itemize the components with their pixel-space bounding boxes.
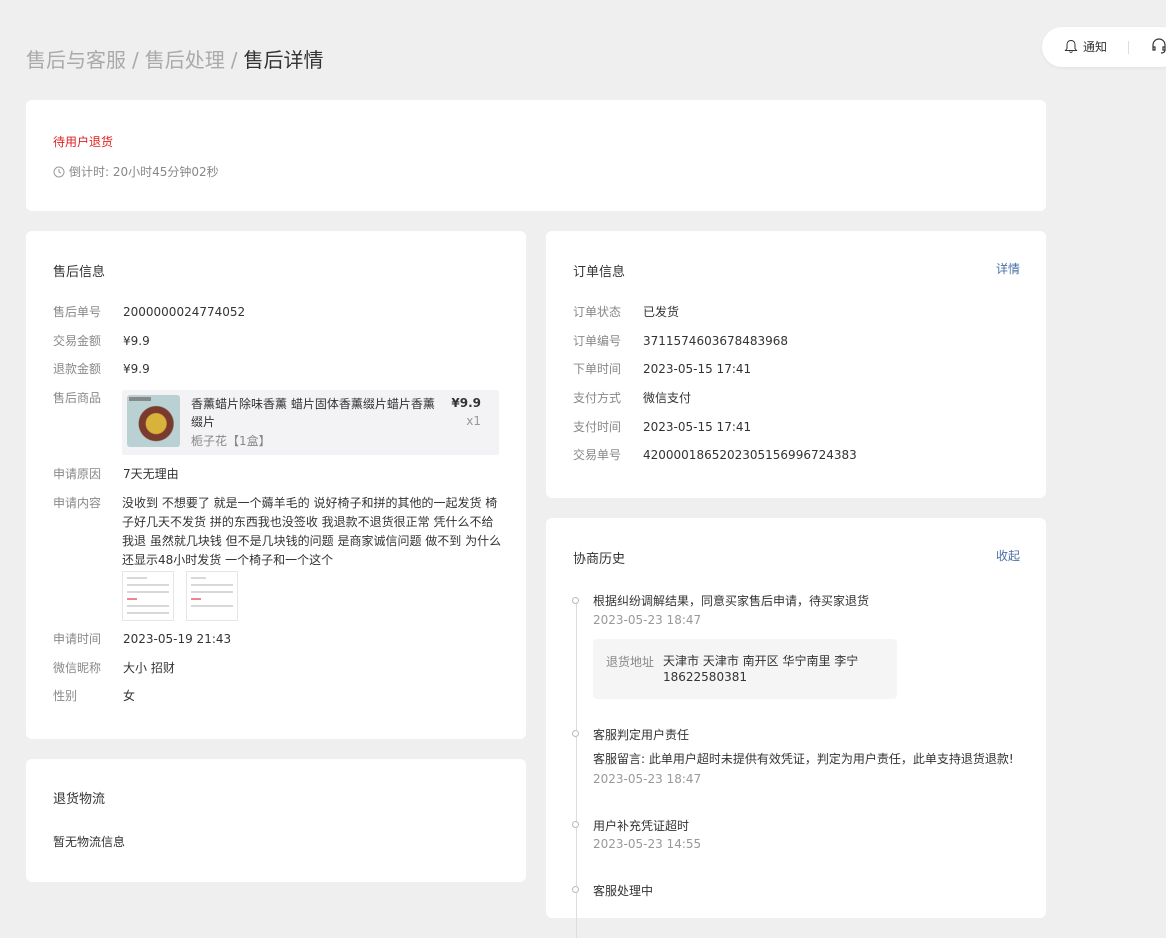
aftersale-id-row: 售后单号 2000000024774052 xyxy=(53,303,245,321)
breadcrumb-separator: / xyxy=(132,48,139,72)
order-row-value: 2023-05-15 17:41 xyxy=(643,362,752,376)
refund-amount-value: ¥9.9 xyxy=(123,362,150,376)
order-row-value: 微信支付 xyxy=(643,391,692,405)
timeline-dot xyxy=(572,597,579,604)
timeline-event-time: 2023-05-23 14:55 xyxy=(593,837,702,851)
timeline-dot xyxy=(572,886,579,893)
product-price: ¥9.9 xyxy=(451,396,481,410)
product-image[interactable] xyxy=(127,395,180,447)
order-row-value: 2023-05-15 17:41 xyxy=(643,420,752,434)
page-title: 售后详情 xyxy=(243,48,324,72)
refund-amount-label: 退款金额 xyxy=(53,362,102,376)
gender-label: 性别 xyxy=(53,689,78,703)
countdown: 倒计时: 20小时45分钟02秒 xyxy=(53,163,219,180)
apply-time-row: 申请时间 2023-05-19 21:43 xyxy=(53,630,231,648)
topbar: 通知 xyxy=(1042,27,1166,67)
gender-row: 性别 女 xyxy=(53,687,135,705)
order-info-card: 订单信息 详情 订单状态 已发货 订单编号 371157460367848396… xyxy=(546,231,1046,498)
timeline-event-title: 客服处理中 xyxy=(593,884,654,898)
clock-icon xyxy=(53,166,65,177)
apply-time-label: 申请时间 xyxy=(53,632,102,646)
breadcrumb-item-process[interactable]: 售后处理 xyxy=(145,48,225,72)
timeline-event-title: 客服判定用户责任 xyxy=(593,728,690,742)
content-row: 申请内容 xyxy=(53,494,123,512)
product-spec: 栀子花【1盒】 xyxy=(191,434,271,448)
order-row-value: 3711574603678483968 xyxy=(643,334,789,348)
timeline-event-title: 根据纠纷调解结果，同意买家售后申请，待买家退货 xyxy=(593,594,870,608)
divider xyxy=(1128,41,1129,54)
aftersale-title: 售后信息 xyxy=(53,265,106,280)
reason-row: 申请原因 7天无理由 xyxy=(53,465,179,483)
order-row: 订单编号 3711574603678483968 xyxy=(573,332,788,350)
order-row: 下单时间 2023-05-15 17:41 xyxy=(573,360,751,378)
nickname-label: 微信昵称 xyxy=(53,661,102,675)
timeline-event-title: 用户补充凭证超时 xyxy=(593,819,690,833)
goods-row: 售后商品 xyxy=(53,389,123,407)
timeline-dot xyxy=(572,821,579,828)
headset-icon xyxy=(1152,38,1166,54)
product-card[interactable]: 香薰蜡片除味香薰 蜡片固体香薰缀片蜡片香薰 缀片 栀子花【1盒】 ¥9.9 x1 xyxy=(122,390,499,455)
nickname-value: 大小 招财 xyxy=(123,661,175,675)
order-row: 支付时间 2023-05-15 17:41 xyxy=(573,418,751,436)
order-row-label: 支付时间 xyxy=(573,420,622,434)
order-row: 支付方式 微信支付 xyxy=(573,389,691,407)
return-address-label: 退货地址 xyxy=(606,655,655,669)
gender-value: 女 xyxy=(123,689,136,703)
trade-amount-row: 交易金额 ¥9.9 xyxy=(53,332,150,350)
nickname-row: 微信昵称 大小 招财 xyxy=(53,659,175,677)
order-row-value: 4200001865202305156996724383 xyxy=(643,448,857,462)
aftersale-id-value: 2000000024774052 xyxy=(123,305,246,319)
countdown-text: 倒计时: 20小时45分钟02秒 xyxy=(69,165,219,179)
logistics-empty-text: 暂无物流信息 xyxy=(53,835,126,849)
return-address-value: 天津市 天津市 南开区 华宁南里 李宁 18622580381 xyxy=(663,654,859,684)
breadcrumb: 售后与客服 / 售后处理 / 售后详情 xyxy=(26,44,324,73)
trade-amount-value: ¥9.9 xyxy=(123,334,150,348)
return-logistics-card: 退货物流 暂无物流信息 xyxy=(26,759,526,882)
order-row: 交易单号 4200001865202305156996724383 xyxy=(573,446,857,464)
notice-label: 通知 xyxy=(1083,40,1108,54)
order-row-value: 已发货 xyxy=(643,305,680,319)
product-quantity: x1 xyxy=(466,414,481,428)
reason-value: 7天无理由 xyxy=(123,467,179,481)
order-detail-link[interactable]: 详情 xyxy=(996,260,1020,277)
reason-label: 申请原因 xyxy=(53,467,102,481)
logistics-title: 退货物流 xyxy=(53,792,106,807)
order-row-label: 订单编号 xyxy=(573,334,622,348)
refund-amount-row: 退款金额 ¥9.9 xyxy=(53,360,150,378)
notice-button[interactable]: 通知 xyxy=(1064,38,1107,55)
history-title: 协商历史 xyxy=(573,552,626,567)
goods-label: 售后商品 xyxy=(53,391,102,405)
breadcrumb-separator: / xyxy=(230,48,238,72)
return-address-box: 退货地址 天津市 天津市 南开区 华宁南里 李宁 18622580381 xyxy=(593,639,897,699)
order-row-label: 订单状态 xyxy=(573,305,622,319)
order-row: 订单状态 已发货 xyxy=(573,303,679,321)
content-label: 申请内容 xyxy=(53,496,102,510)
order-row-label: 支付方式 xyxy=(573,391,622,405)
evidence-image-1[interactable] xyxy=(122,571,174,621)
history-collapse-link[interactable]: 收起 xyxy=(996,547,1020,564)
aftersale-info-card: 售后信息 售后单号 2000000024774052 交易金额 ¥9.9 退款金… xyxy=(26,231,526,739)
timeline-dot xyxy=(572,730,579,737)
status-text: 待用户退货 xyxy=(53,135,114,149)
bell-icon xyxy=(1064,39,1078,53)
aftersale-id-label: 售后单号 xyxy=(53,305,102,319)
product-name: 香薰蜡片除味香薰 蜡片固体香薰缀片蜡片香薰 缀片 xyxy=(191,397,435,429)
apply-time-value: 2023-05-19 21:43 xyxy=(123,632,232,646)
negotiation-history-card: 协商历史 收起 根据纠纷调解结果，同意买家售后申请，待买家退货 2023-05-… xyxy=(546,518,1046,938)
order-row-label: 下单时间 xyxy=(573,362,622,376)
breadcrumb-item-service[interactable]: 售后与客服 xyxy=(26,48,126,72)
status-card: 待用户退货 倒计时: 20小时45分钟02秒 xyxy=(26,100,1046,211)
timeline-event-time: 2023-05-23 18:47 xyxy=(593,613,702,627)
evidence-image-2[interactable] xyxy=(186,571,238,621)
order-row-label: 交易单号 xyxy=(573,448,622,462)
trade-amount-label: 交易金额 xyxy=(53,334,102,348)
timeline-event-note: 客服留言: 此单用户超时未提供有效凭证，判定为用户责任，此单支持退货退款! xyxy=(593,752,1014,766)
timeline-event-time: 2023-05-23 18:47 xyxy=(593,772,702,786)
support-button[interactable] xyxy=(1150,37,1166,58)
order-title: 订单信息 xyxy=(573,265,626,280)
content-value: 没收到 不想要了 就是一个薅羊毛的 说好椅子和拼的其他的一起发货 椅子好几天不发… xyxy=(122,496,502,567)
